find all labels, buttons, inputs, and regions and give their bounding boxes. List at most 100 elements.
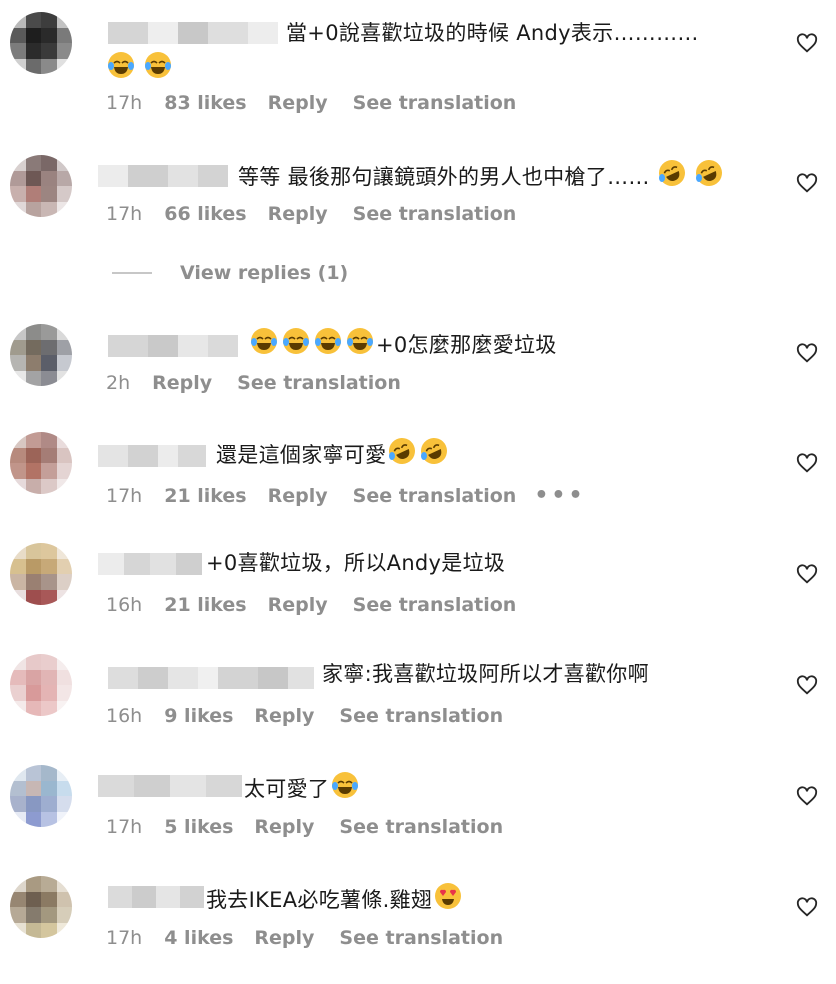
- see-translation-button[interactable]: See translation: [339, 816, 503, 838]
- comment-time: 17h: [106, 927, 143, 949]
- joy-emoji-icon: [108, 52, 134, 78]
- likes-count[interactable]: 9 likes: [164, 705, 233, 727]
- avatar[interactable]: [10, 654, 72, 716]
- see-translation-button[interactable]: See translation: [353, 485, 517, 507]
- comment-item: 我去IKEA必吃薯條.雞翅 17h 4 likes Reply See tran…: [0, 874, 836, 984]
- likes-count[interactable]: 83 likes: [164, 92, 246, 114]
- comment-text: +0怎麼那麼愛垃圾: [248, 326, 557, 360]
- comment-time: 17h: [106, 816, 143, 838]
- comment-meta: 16h 9 likes Reply See translation: [106, 705, 503, 727]
- comment-text-content: 還是這個家寧可愛: [216, 443, 387, 467]
- comment-item: 還是這個家寧可愛 17h 21 likes Reply See translat…: [0, 430, 836, 540]
- comment-item: +0喜歡垃圾，所以Andy是垃圾 16h 21 likes Reply See …: [0, 541, 836, 651]
- see-translation-button[interactable]: See translation: [353, 594, 517, 616]
- username-blurred[interactable]: [108, 886, 204, 908]
- username-blurred[interactable]: [98, 775, 242, 797]
- see-translation-button[interactable]: See translation: [339, 705, 503, 727]
- heart-outline-icon[interactable]: [796, 32, 818, 54]
- comment-item: 太可愛了 17h 5 likes Reply See translation: [0, 763, 836, 873]
- reply-button[interactable]: Reply: [268, 485, 328, 507]
- avatar[interactable]: [10, 876, 72, 938]
- heart-outline-icon[interactable]: [796, 896, 818, 918]
- comment-time: 16h: [106, 594, 143, 616]
- reply-button[interactable]: Reply: [152, 372, 212, 394]
- see-translation-button[interactable]: See translation: [339, 927, 503, 949]
- comment-item: 當+0說喜歡垃圾的時候 Andy表示………… 17h 83 likes Repl…: [0, 10, 836, 120]
- joy-emoji-icon: [283, 328, 309, 354]
- username-blurred[interactable]: [98, 553, 202, 575]
- joy-emoji-icon: [251, 328, 277, 354]
- joy-emoji-icon: [332, 772, 359, 798]
- likes-count[interactable]: 66 likes: [164, 203, 246, 225]
- see-translation-button[interactable]: See translation: [237, 372, 401, 394]
- see-translation-button[interactable]: See translation: [353, 203, 517, 225]
- comment-time: 17h: [106, 484, 143, 507]
- likes-count[interactable]: 21 likes: [164, 594, 246, 616]
- avatar[interactable]: [10, 12, 72, 74]
- reply-button[interactable]: Reply: [254, 816, 314, 838]
- heart-outline-icon[interactable]: [796, 563, 818, 585]
- rofl-emoji-icon: [421, 438, 448, 464]
- view-replies-label[interactable]: View replies (1): [180, 262, 348, 284]
- comment-meta: 17h 5 likes Reply See translation: [106, 816, 503, 838]
- likes-count[interactable]: 4 likes: [164, 927, 233, 949]
- avatar[interactable]: [10, 432, 72, 494]
- joy-emoji-icon: [144, 52, 171, 78]
- comment-meta: 17h 4 likes Reply See translation: [106, 927, 503, 949]
- heart-outline-icon[interactable]: [796, 452, 818, 474]
- comment-meta: 17h 83 likes Reply See translation: [106, 92, 516, 114]
- comment-text: 等等 最後那句讓鏡頭外的男人也中槍了……: [238, 158, 724, 192]
- reply-button[interactable]: Reply: [268, 594, 328, 616]
- joy-emoji-icon: [315, 328, 341, 354]
- rofl-emoji-icon: [389, 438, 416, 464]
- comment-text: +0喜歡垃圾，所以Andy是垃圾: [206, 551, 506, 575]
- comment-text-content: 等等 最後那句讓鏡頭外的男人也中槍了……: [238, 165, 650, 189]
- divider: [112, 272, 152, 274]
- joy-emoji-icon: [347, 328, 373, 354]
- comment-meta: 16h 21 likes Reply See translation: [106, 594, 516, 616]
- username-blurred[interactable]: [108, 667, 314, 689]
- likes-count[interactable]: 5 likes: [164, 816, 233, 838]
- comment-text: 當+0說喜歡垃圾的時候 Andy表示…………: [286, 21, 699, 45]
- comment-text-content: 太可愛了: [244, 777, 330, 801]
- comment-text-content: +0怎麼那麼愛垃圾: [376, 333, 557, 357]
- comment-time: 2h: [106, 372, 131, 394]
- reply-button[interactable]: Reply: [254, 705, 314, 727]
- heart-outline-icon[interactable]: [796, 172, 818, 194]
- comment-time: 17h: [106, 203, 143, 225]
- reply-button[interactable]: Reply: [268, 92, 328, 114]
- rofl-emoji-icon: [658, 160, 685, 186]
- avatar[interactable]: [10, 324, 72, 386]
- heart-outline-icon[interactable]: [796, 342, 818, 364]
- comment-emojis: [106, 50, 173, 84]
- avatar[interactable]: [10, 543, 72, 605]
- comment-text: 我去IKEA必吃薯條.雞翅: [206, 881, 464, 915]
- username-blurred[interactable]: [108, 22, 278, 44]
- more-options-icon[interactable]: •••: [534, 483, 585, 508]
- comment-text: 家寧:我喜歡垃圾阿所以才喜歡你啊: [322, 662, 649, 686]
- comment-item: 等等 最後那句讓鏡頭外的男人也中槍了…… 17h 66 likes Reply …: [0, 150, 836, 260]
- heart-eyes-emoji-icon: [435, 883, 462, 909]
- comment-item: 家寧:我喜歡垃圾阿所以才喜歡你啊 16h 9 likes Reply See t…: [0, 652, 836, 762]
- username-blurred[interactable]: [98, 445, 206, 467]
- avatar[interactable]: [10, 155, 72, 217]
- reply-button[interactable]: Reply: [268, 203, 328, 225]
- username-blurred[interactable]: [108, 335, 238, 357]
- comment-meta: 17h 66 likes Reply See translation: [106, 203, 516, 225]
- comment-meta: 2h Reply See translation: [106, 372, 401, 394]
- likes-count[interactable]: 21 likes: [164, 485, 246, 507]
- see-translation-button[interactable]: See translation: [353, 92, 517, 114]
- heart-outline-icon[interactable]: [796, 674, 818, 696]
- avatar[interactable]: [10, 765, 72, 827]
- username-blurred[interactable]: [98, 165, 228, 187]
- reply-button[interactable]: Reply: [254, 927, 314, 949]
- comment-meta: 17h 21 likes Reply See translation •••: [106, 483, 586, 508]
- comment-item: +0怎麼那麼愛垃圾 2h Reply See translation: [0, 320, 836, 430]
- comment-time: 17h: [106, 92, 143, 114]
- comment-text: 太可愛了: [244, 770, 361, 804]
- heart-outline-icon[interactable]: [796, 785, 818, 807]
- rofl-emoji-icon: [695, 160, 722, 186]
- comment-text-content: 我去IKEA必吃薯條.雞翅: [206, 888, 433, 912]
- view-replies-button[interactable]: View replies (1): [112, 262, 348, 284]
- comment-time: 16h: [106, 705, 143, 727]
